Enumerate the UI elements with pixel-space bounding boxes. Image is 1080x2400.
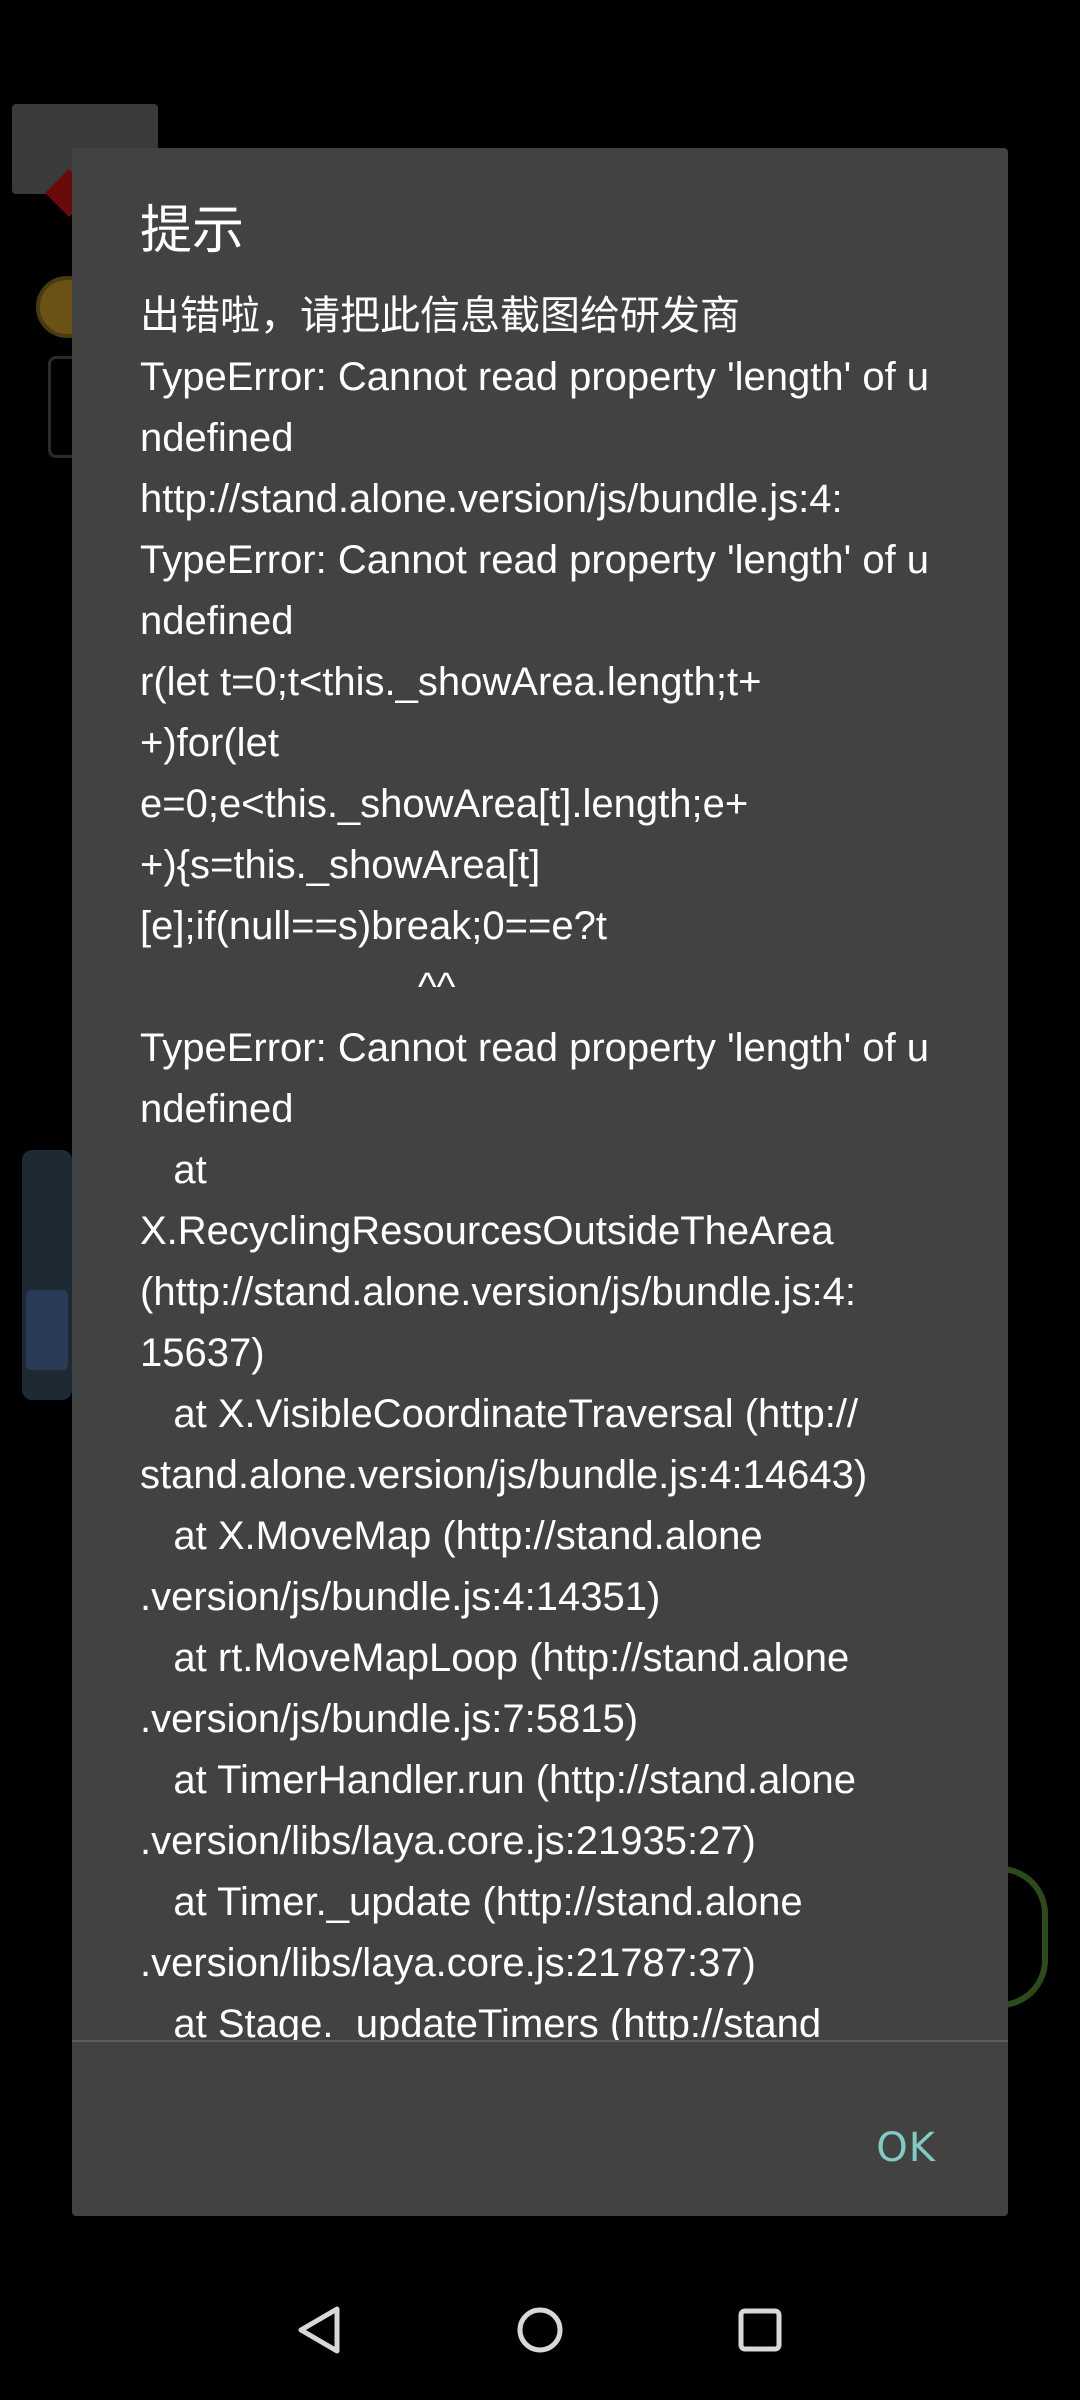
home-button[interactable] [480, 2270, 600, 2390]
error-dialog: 提示 出错啦，请把此信息截图给研发商 TypeError: Cannot rea… [72, 148, 1008, 2216]
background-chest-icon [26, 1290, 68, 1370]
dialog-divider [72, 2040, 1008, 2042]
dialog-message: 出错啦，请把此信息截图给研发商 TypeError: Cannot read p… [140, 294, 930, 2040]
home-icon [517, 2307, 563, 2353]
recents-icon [738, 2308, 782, 2352]
back-button[interactable] [260, 2270, 380, 2390]
dialog-message-scroll[interactable]: 出错啦，请把此信息截图给研发商 TypeError: Cannot read p… [140, 286, 940, 2040]
back-icon [298, 2306, 340, 2354]
ok-button[interactable]: OK [864, 2108, 948, 2188]
dialog-message-clip: 出错啦，请把此信息截图给研发商 TypeError: Cannot read p… [72, 148, 1008, 2040]
navigation-bar [0, 2270, 1080, 2400]
recents-button[interactable] [700, 2270, 820, 2390]
